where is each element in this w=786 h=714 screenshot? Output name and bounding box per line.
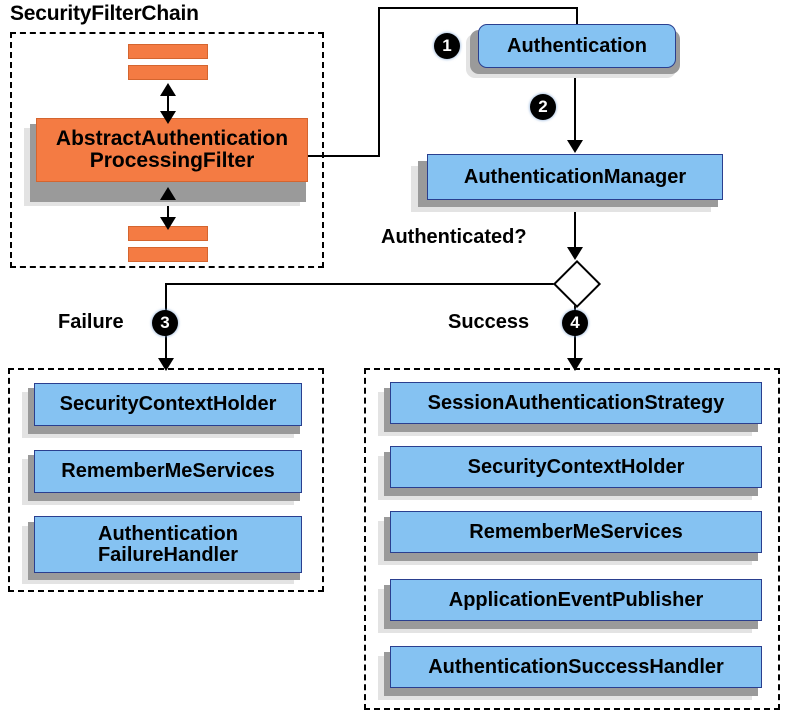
connector-filter-to-auth-seg3	[378, 7, 578, 9]
connector-diamond-to-failure-h	[166, 283, 560, 285]
node-authentication[interactable]: Authentication	[478, 24, 676, 68]
badge-step-3: 3	[152, 310, 178, 336]
node-success-security-context-holder[interactable]: SecurityContextHolder	[390, 446, 762, 488]
node-label-line1: AbstractAuthentication	[55, 126, 289, 150]
node-authentication-manager[interactable]: AuthenticationManager	[427, 154, 723, 200]
arrow-down-icon-success	[567, 358, 583, 371]
arrow-down-icon-top	[160, 111, 176, 124]
node-success-session-authentication-strategy[interactable]: SessionAuthenticationStrategy	[390, 382, 762, 424]
badge-step-1: 1	[434, 33, 460, 59]
node-label-line2: FailureHandler	[97, 543, 239, 566]
node-success-authentication-success-handler[interactable]: AuthenticationSuccessHandler	[390, 646, 762, 688]
node-failure-remember-me-services[interactable]: RememberMeServices	[34, 450, 302, 493]
node-label-line1: Authentication	[98, 522, 238, 545]
arrow-down-icon-manager-to-diamond	[567, 247, 583, 260]
diagram-canvas: SecurityFilterChain AbstractAuthenticati…	[0, 0, 786, 714]
arrow-up-icon-top	[160, 83, 176, 96]
connector-filter-to-auth-seg1	[308, 155, 380, 157]
node-abstract-authentication-processing-filter[interactable]: AbstractAuthentication ProcessingFilter	[36, 118, 308, 182]
group-title-security-filter-chain: SecurityFilterChain	[10, 2, 199, 25]
label-success: Success	[448, 311, 530, 333]
node-label-line2: ProcessingFilter	[89, 149, 255, 172]
connector-filter-to-auth-seg2	[378, 7, 380, 157]
arrow-down-icon-bottom	[160, 217, 176, 230]
filter-bar-top-2	[128, 65, 208, 80]
node-success-application-event-publisher[interactable]: ApplicationEventPublisher	[390, 579, 762, 621]
decision-diamond-authenticated	[552, 259, 602, 309]
label-failure: Failure	[58, 311, 124, 333]
filter-bar-top-1	[128, 44, 208, 59]
filter-bar-bottom-2	[128, 247, 208, 262]
connector-auth-to-manager	[574, 68, 576, 146]
node-failure-security-context-holder[interactable]: SecurityContextHolder	[34, 383, 302, 426]
badge-step-2: 2	[530, 94, 556, 120]
arrow-up-icon-bottom	[160, 187, 176, 200]
label-authenticated-question: Authenticated?	[381, 226, 527, 248]
node-failure-authentication-failure-handler[interactable]: Authentication FailureHandler	[34, 516, 302, 573]
badge-step-4: 4	[562, 310, 588, 336]
node-success-remember-me-services[interactable]: RememberMeServices	[390, 511, 762, 553]
arrow-down-icon-failure	[158, 358, 174, 371]
arrow-down-icon-auth-to-manager	[567, 140, 583, 153]
